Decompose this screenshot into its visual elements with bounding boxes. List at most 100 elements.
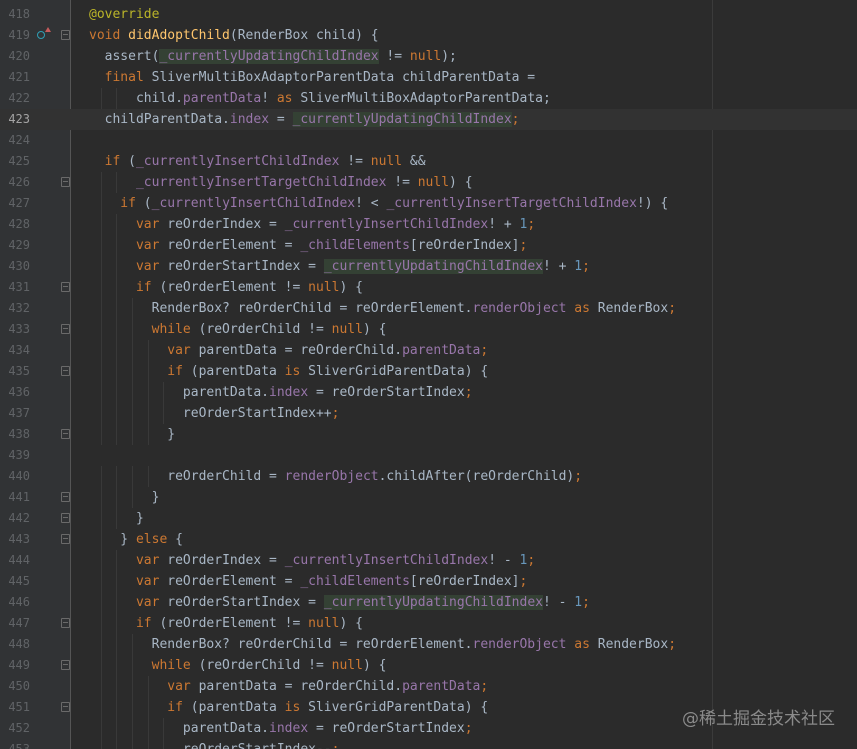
code-line[interactable]: 428 var reOrderIndex = _currentlyInsertC… <box>0 214 857 235</box>
code-line[interactable]: 443 } else { <box>0 529 857 550</box>
line-number[interactable]: 422 <box>0 88 30 109</box>
code-line[interactable]: 437 reOrderStartIndex++; <box>0 403 857 424</box>
line-number[interactable]: 435 <box>0 361 30 382</box>
code-line[interactable]: 450 var parentData = reOrderChild.parent… <box>0 676 857 697</box>
line-number[interactable]: 447 <box>0 613 30 634</box>
code-token: ! + <box>488 217 520 232</box>
code-line[interactable]: 426 _currentlyInsertTargetChildIndex != … <box>0 172 857 193</box>
code-editor[interactable]: 418 @override 419 void didAdoptChild(Render… <box>0 0 857 749</box>
code-token: index <box>229 112 270 127</box>
line-number[interactable]: 449 <box>0 655 30 676</box>
code-line[interactable]: 434 var parentData = reOrderChild.parent… <box>0 340 857 361</box>
line-number[interactable]: 419 <box>0 25 30 46</box>
fold-toggle-icon[interactable] <box>61 702 70 712</box>
line-number[interactable]: 426 <box>0 172 30 193</box>
fold-toggle-icon[interactable] <box>61 282 70 292</box>
line-number[interactable]: 443 <box>0 529 30 550</box>
line-number[interactable]: 438 <box>0 424 30 445</box>
line-number[interactable]: 430 <box>0 256 30 277</box>
code-line[interactable]: 433 while (reOrderChild != null) { <box>0 319 857 340</box>
line-number[interactable]: 436 <box>0 382 30 403</box>
override-marker-icon[interactable] <box>37 31 45 39</box>
code-line[interactable]: 441 } <box>0 487 857 508</box>
line-number[interactable]: 428 <box>0 214 30 235</box>
code-line[interactable]: 435 if (parentData is SliverGridParentDa… <box>0 361 857 382</box>
line-number[interactable]: 437 <box>0 403 30 424</box>
code-token: (reOrderChild != <box>198 658 332 673</box>
line-number[interactable]: 451 <box>0 697 30 718</box>
code-line[interactable]: 423 childParentData.index = _currentlyUp… <box>0 109 857 130</box>
line-number[interactable]: 445 <box>0 571 30 592</box>
code-line[interactable]: 436 parentData.index = reOrderStartIndex… <box>0 382 857 403</box>
code-line[interactable]: 421 final SliverMultiBoxAdaptorParentDat… <box>0 67 857 88</box>
code-line[interactable]: 449 while (reOrderChild != null) { <box>0 655 857 676</box>
code-line[interactable]: 431 if (reOrderElement != null) { <box>0 277 857 298</box>
code-line[interactable]: 432 RenderBox? reOrderChild = reOrderEle… <box>0 298 857 319</box>
code-line[interactable]: 427 if (_currentlyInsertChildIndex! < _c… <box>0 193 857 214</box>
code-token: != <box>386 175 418 190</box>
fold-toggle-icon[interactable] <box>61 660 70 670</box>
line-number[interactable]: 441 <box>0 487 30 508</box>
code-token: if <box>89 280 160 295</box>
fold-toggle-icon[interactable] <box>61 534 70 544</box>
line-number[interactable]: 453 <box>0 739 30 749</box>
line-number[interactable]: 432 <box>0 298 30 319</box>
code-token: while <box>89 322 199 337</box>
code-line[interactable]: 445 var reOrderElement = _childElements[… <box>0 571 857 592</box>
code-token: != <box>339 154 371 169</box>
line-number[interactable]: 427 <box>0 193 30 214</box>
line-number[interactable]: 452 <box>0 718 30 739</box>
code-line[interactable]: 448 RenderBox? reOrderChild = reOrderEle… <box>0 634 857 655</box>
code-text: var parentData = reOrderChild.parentData… <box>89 676 488 697</box>
code-line[interactable]: 439 <box>0 445 857 466</box>
line-number[interactable]: 433 <box>0 319 30 340</box>
code-token: null <box>308 616 340 631</box>
line-number[interactable]: 448 <box>0 634 30 655</box>
line-number[interactable]: 423 <box>0 109 30 130</box>
code-line[interactable]: 442 } <box>0 508 857 529</box>
fold-toggle-icon[interactable] <box>61 30 70 40</box>
fold-toggle-icon[interactable] <box>61 492 70 502</box>
code-token: var <box>89 343 199 358</box>
line-number[interactable]: 450 <box>0 676 30 697</box>
code-line[interactable]: 447 if (reOrderElement != null) { <box>0 613 857 634</box>
line-number[interactable]: 446 <box>0 592 30 613</box>
code-line[interactable]: 446 var reOrderStartIndex = _currentlyUp… <box>0 592 857 613</box>
code-line[interactable]: 425 if (_currentlyInsertChildIndex != nu… <box>0 151 857 172</box>
line-number[interactable]: 431 <box>0 277 30 298</box>
line-number[interactable]: 434 <box>0 340 30 361</box>
fold-toggle-icon[interactable] <box>61 324 70 334</box>
line-number[interactable]: 439 <box>0 445 30 466</box>
fold-toggle-icon[interactable] <box>61 429 70 439</box>
code-line[interactable]: 424 <box>0 130 857 151</box>
line-number[interactable]: 418 <box>0 4 30 25</box>
indent-guide <box>116 256 118 277</box>
code-line[interactable]: 440 reOrderChild = renderObject.childAft… <box>0 466 857 487</box>
code-line[interactable]: 420 assert(_currentlyUpdatingChildIndex … <box>0 46 857 67</box>
indent-guide <box>163 403 165 424</box>
line-number[interactable]: 425 <box>0 151 30 172</box>
code-line[interactable]: 453 reOrderStartIndex--; <box>0 739 857 749</box>
line-number[interactable]: 420 <box>0 46 30 67</box>
line-number[interactable]: 429 <box>0 235 30 256</box>
code-line[interactable]: 438 } <box>0 424 857 445</box>
code-text: final SliverMultiBoxAdaptorParentData ch… <box>89 67 536 88</box>
indent-guide <box>147 424 149 445</box>
line-number[interactable]: 444 <box>0 550 30 571</box>
line-number[interactable]: 424 <box>0 130 30 151</box>
fold-toggle-icon[interactable] <box>61 618 70 628</box>
fold-toggle-icon[interactable] <box>61 366 70 376</box>
line-number[interactable]: 440 <box>0 466 30 487</box>
line-number[interactable]: 442 <box>0 508 30 529</box>
code-line[interactable]: 444 var reOrderIndex = _currentlyInsertC… <box>0 550 857 571</box>
code-line[interactable]: 422 child.parentData! as SliverMultiBoxA… <box>0 88 857 109</box>
code-line[interactable]: 419 void didAdoptChild(RenderBox child) { <box>0 25 857 46</box>
fold-toggle-icon[interactable] <box>61 513 70 523</box>
indent-guide <box>116 508 118 529</box>
fold-toggle-icon[interactable] <box>61 177 70 187</box>
line-number[interactable]: 421 <box>0 67 30 88</box>
code-line[interactable]: 418 @override <box>0 4 857 25</box>
code-line[interactable]: 430 var reOrderStartIndex = _currentlyUp… <box>0 256 857 277</box>
code-line[interactable]: 429 var reOrderElement = _childElements[… <box>0 235 857 256</box>
code-token: if <box>89 364 191 379</box>
